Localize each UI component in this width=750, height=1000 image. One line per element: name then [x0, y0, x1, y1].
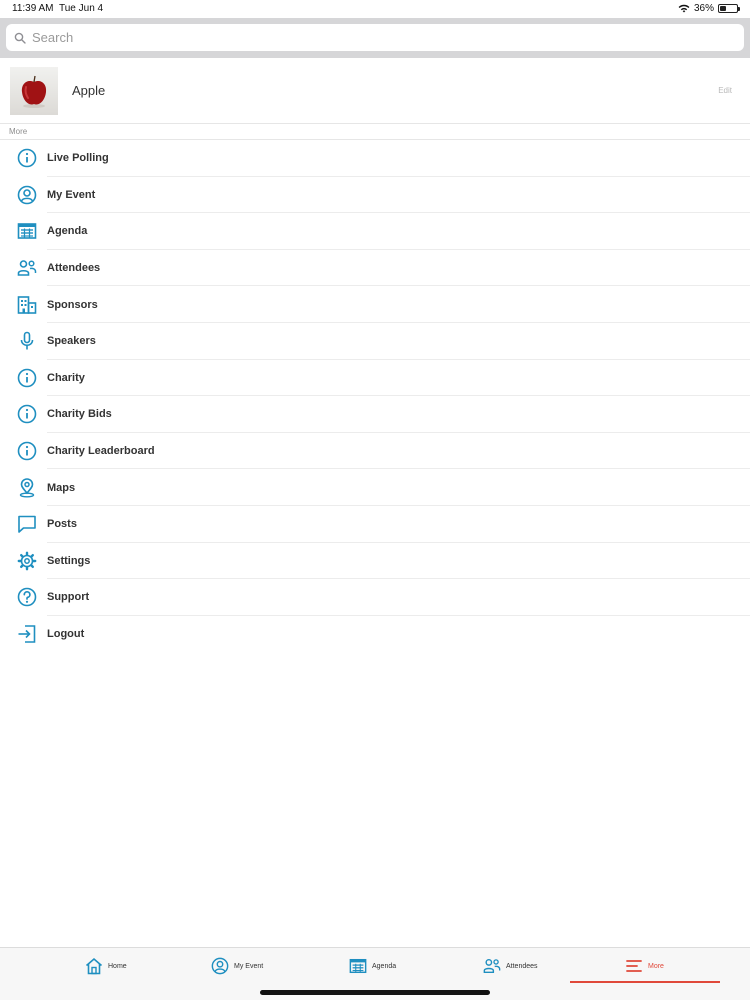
- people-icon: [483, 958, 501, 974]
- tab-label: More: [648, 962, 664, 970]
- status-right: 36%: [678, 3, 740, 14]
- menu-item-label: Maps: [47, 481, 76, 494]
- menu-item-attendees[interactable]: Attendees: [0, 250, 750, 287]
- menu-item-live-polling[interactable]: Live Polling: [0, 140, 750, 177]
- search-bar-container: [0, 18, 750, 58]
- active-tab-indicator: [570, 981, 720, 983]
- tab-my-event[interactable]: My Event: [211, 956, 263, 976]
- gear-icon: [16, 550, 38, 572]
- menu-item-label: Charity: [47, 371, 85, 384]
- menu-item-label: Charity Leaderboard: [47, 445, 155, 458]
- info-icon: [16, 403, 38, 425]
- menu-item-label: Support: [47, 591, 90, 604]
- status-time: 11:39 AM: [12, 3, 54, 14]
- logout-icon: [16, 623, 38, 645]
- menu-item-label: Live Polling: [47, 152, 109, 165]
- home-indicator[interactable]: [260, 990, 490, 995]
- search-icon: [14, 32, 26, 44]
- status-bar: 11:39 AM Tue Jun 4 36%: [0, 0, 750, 18]
- menu-item-settings[interactable]: Settings: [0, 543, 750, 580]
- menu-item-charity[interactable]: Charity: [0, 360, 750, 397]
- profile-name: Apple: [72, 83, 106, 98]
- tab-agenda[interactable]: Agenda: [349, 956, 396, 976]
- tab-label: Attendees: [506, 962, 538, 970]
- tab-more[interactable]: More: [625, 956, 664, 976]
- info-icon: [16, 440, 38, 462]
- chat-bubble-icon: [16, 513, 38, 535]
- menu-item-agenda[interactable]: Agenda: [0, 213, 750, 250]
- menu-item-charity-leaderboard[interactable]: Charity Leaderboard: [0, 433, 750, 470]
- apple-image: [21, 75, 47, 108]
- menu-item-label: Charity Bids: [47, 408, 112, 421]
- battery-icon: [718, 4, 740, 13]
- menu-item-label: My Event: [47, 188, 96, 201]
- info-icon: [16, 367, 38, 389]
- menu-item-charity-bids[interactable]: Charity Bids: [0, 396, 750, 433]
- tab-label: Agenda: [372, 962, 397, 970]
- calendar-grid-icon: [16, 220, 38, 242]
- tab-label: My Event: [234, 962, 264, 970]
- tab-label: Home: [108, 962, 127, 970]
- calendar-grid-icon: [349, 958, 367, 974]
- tab-attendees[interactable]: Attendees: [483, 956, 538, 976]
- menu-item-posts[interactable]: Posts: [0, 506, 750, 543]
- help-circle-icon: [16, 586, 38, 608]
- edit-button[interactable]: Edit: [718, 86, 732, 95]
- menu-item-label: Attendees: [47, 262, 101, 275]
- user-circle-icon: [211, 957, 229, 975]
- map-pin-icon: [16, 477, 38, 499]
- menu-item-label: Sponsors: [47, 298, 98, 311]
- section-header: More: [0, 124, 750, 140]
- more-menu-list: Live Polling My Event Agenda Attendees S…: [0, 140, 750, 652]
- tab-home[interactable]: Home: [85, 956, 127, 976]
- status-date: Tue Jun 4: [59, 3, 104, 14]
- wifi-icon: [678, 4, 690, 13]
- menu-item-label: Posts: [47, 518, 77, 531]
- menu-item-speakers[interactable]: Speakers: [0, 323, 750, 360]
- microphone-icon: [16, 330, 38, 352]
- menu-item-sponsors[interactable]: Sponsors: [0, 286, 750, 323]
- building-icon: [16, 294, 38, 316]
- menu-item-label: Agenda: [47, 225, 88, 238]
- menu-item-my-event[interactable]: My Event: [0, 177, 750, 214]
- search-box[interactable]: [6, 24, 744, 51]
- home-icon: [85, 957, 103, 975]
- user-circle-icon: [16, 184, 38, 206]
- menu-item-label: Settings: [47, 554, 91, 567]
- people-icon: [16, 257, 38, 279]
- menu-item-support[interactable]: Support: [0, 579, 750, 616]
- menu-item-label: Logout: [47, 628, 85, 641]
- menu-item-logout[interactable]: Logout: [0, 616, 750, 653]
- battery-percent: 36%: [693, 3, 714, 14]
- info-icon: [16, 147, 38, 169]
- profile-row[interactable]: Apple Edit: [0, 58, 750, 124]
- menu-lines-icon: [626, 960, 642, 972]
- menu-item-maps[interactable]: Maps: [0, 469, 750, 506]
- avatar: [10, 67, 58, 115]
- search-input[interactable]: [32, 30, 632, 45]
- menu-item-label: Speakers: [47, 335, 96, 348]
